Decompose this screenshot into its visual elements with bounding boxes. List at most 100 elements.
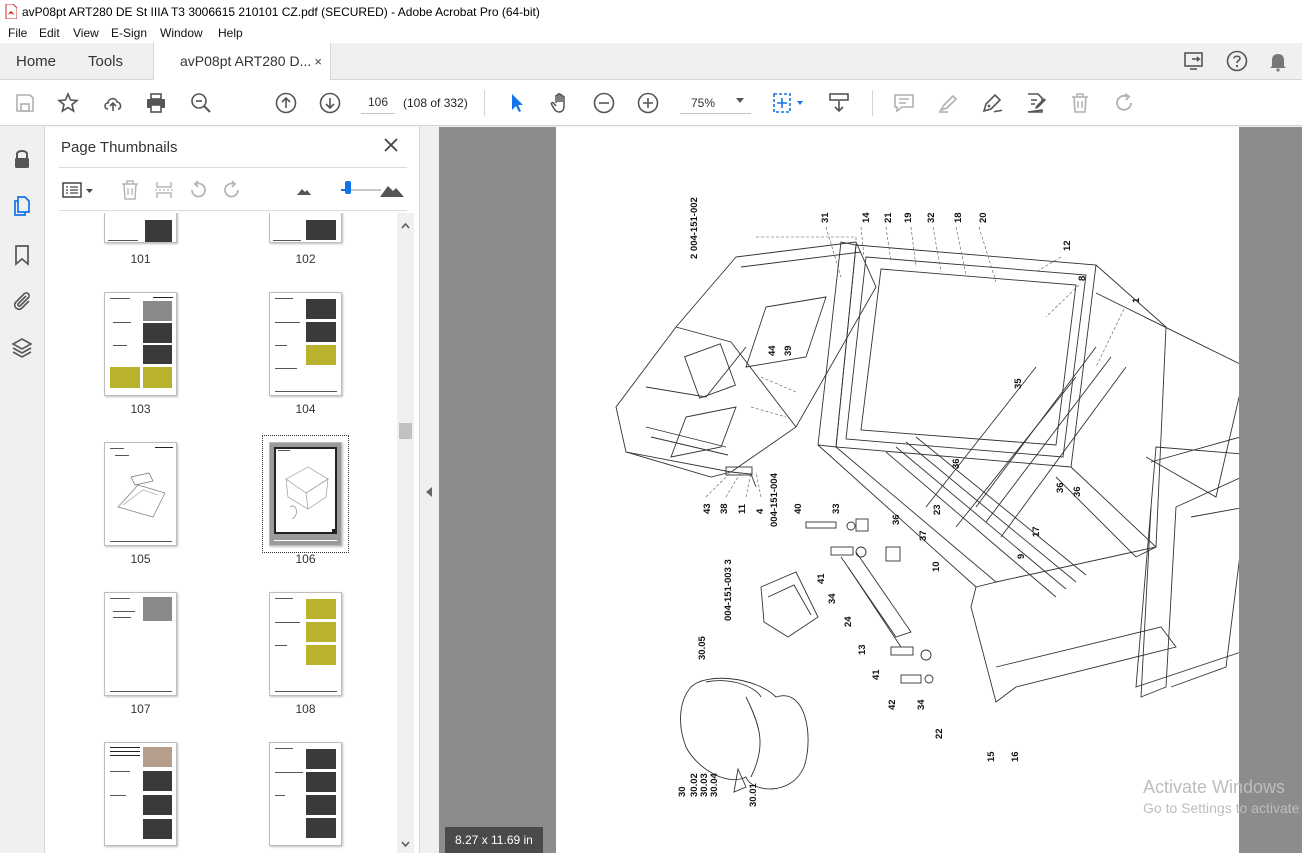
part-callout: 34	[827, 593, 838, 604]
tab-document-label: avP08pt ART280 D...	[180, 53, 312, 69]
select-cursor-icon[interactable]	[505, 91, 529, 115]
next-page-icon[interactable]	[318, 91, 342, 115]
page-thumbnail-107[interactable]	[104, 592, 177, 696]
rotate-right-icon[interactable]	[221, 179, 243, 201]
tab-bar: Home Tools avP08pt ART280 D... ×	[0, 43, 1302, 81]
part-callout: 18	[953, 212, 964, 223]
page-count-label: (108 of 332)	[403, 96, 468, 110]
page-thumbnail-label: 105	[130, 552, 151, 566]
part-callout: 1	[1131, 297, 1142, 303]
panel-splitter[interactable]	[420, 127, 439, 853]
part-callout: 36	[1072, 486, 1083, 497]
previous-page-icon[interactable]	[274, 91, 298, 115]
page-size-indicator: 8.27 x 11.69 in	[445, 827, 543, 853]
search-zoom-icon[interactable]	[189, 91, 213, 115]
part-callout: 23	[932, 504, 943, 515]
part-callout: 19	[903, 212, 914, 223]
bookmarks-icon[interactable]	[10, 243, 34, 267]
thumbnail-size-slider-handle[interactable]	[345, 181, 351, 194]
zoom-in-icon[interactable]	[636, 91, 660, 115]
page-thumbnail-104[interactable]	[269, 292, 342, 396]
menu-file[interactable]: File	[8, 26, 27, 40]
save-icon[interactable]	[13, 91, 37, 115]
fit-page-icon[interactable]	[771, 91, 807, 115]
pdf-page: 2 004-151-002 004-151-004 004-151-003 3 …	[556, 127, 1239, 853]
lock-icon[interactable]	[10, 147, 34, 171]
hand-tool-icon[interactable]	[548, 91, 572, 115]
part-callout: 13	[857, 644, 868, 655]
page-number-input[interactable]	[361, 90, 395, 114]
redo-icon[interactable]	[1112, 91, 1136, 115]
page-thumbnail-label: 101	[130, 252, 151, 266]
scrollbar-thumb[interactable]	[399, 423, 412, 439]
menu-edit[interactable]: Edit	[39, 26, 60, 40]
print-icon[interactable]	[144, 91, 168, 115]
rotate-left-icon[interactable]	[187, 179, 209, 201]
part-callout: 11	[737, 503, 748, 514]
page-thumbnails-icon[interactable]	[10, 194, 34, 218]
chevron-down-icon	[736, 98, 744, 103]
part-callout: 22	[934, 728, 945, 739]
attachments-paperclip-icon[interactable]	[10, 289, 34, 313]
tab-close-button[interactable]: ×	[314, 43, 322, 80]
acrobat-file-icon	[5, 4, 17, 19]
menu-help[interactable]: Help	[218, 26, 243, 40]
delete-page-icon[interactable]	[119, 179, 141, 201]
zoom-level-dropdown[interactable]: 75%	[680, 90, 751, 114]
thumbnail-options-menu-icon[interactable]	[61, 179, 95, 201]
toolbar-divider	[872, 90, 873, 116]
part-callout: 20	[978, 212, 989, 223]
help-icon[interactable]	[1225, 49, 1249, 73]
scroll-mode-icon[interactable]	[827, 91, 851, 115]
extract-pages-icon[interactable]	[153, 179, 175, 201]
tab-tools[interactable]: Tools	[88, 43, 123, 80]
thumbnails-scrollbar[interactable]	[397, 213, 414, 853]
scroll-up-icon[interactable]	[401, 223, 410, 229]
page-thumbnail-108[interactable]	[269, 592, 342, 696]
menu-window[interactable]: Window	[160, 26, 203, 40]
scroll-down-icon[interactable]	[401, 841, 410, 847]
page-thumbnail-106[interactable]	[269, 442, 342, 546]
tab-home[interactable]: Home	[16, 43, 56, 80]
sign-pen-icon[interactable]	[980, 91, 1004, 115]
part-callout: 15	[986, 751, 997, 762]
part-callout: 38	[719, 503, 730, 514]
share-screen-icon[interactable]	[1183, 49, 1207, 73]
part-callout: 42	[887, 699, 898, 710]
highlight-pen-icon[interactable]	[936, 91, 960, 115]
bookmark-star-icon[interactable]	[56, 91, 80, 115]
delete-trash-icon[interactable]	[1068, 91, 1092, 115]
part-callout: 30.04	[709, 773, 720, 797]
zoom-level-value: 75%	[691, 96, 716, 110]
thumbnail-smaller-icon[interactable]	[293, 179, 315, 201]
part-callout: 30.05	[697, 636, 708, 660]
menu-view[interactable]: View	[73, 26, 99, 40]
comment-icon[interactable]	[892, 91, 916, 115]
menu-esign[interactable]: E-Sign	[111, 26, 147, 40]
page-thumbnail-103[interactable]	[104, 292, 177, 396]
page-thumbnail-105[interactable]	[104, 442, 177, 546]
thumbnail-larger-icon[interactable]	[379, 179, 405, 201]
tab-document[interactable]: avP08pt ART280 D... ×	[153, 43, 331, 81]
part-callout: 8	[1077, 276, 1088, 281]
page-thumbnail-label: 108	[295, 702, 316, 716]
page-thumbnail-label: 107	[130, 702, 151, 716]
zoom-out-icon[interactable]	[592, 91, 616, 115]
page-thumbnail-102[interactable]	[269, 213, 342, 243]
thumbnail-toolbar	[59, 167, 407, 211]
menu-bar: File Edit View E-Sign Window Help	[0, 24, 1302, 43]
collapse-panel-arrow-icon[interactable]	[426, 487, 432, 497]
page-thumbnail-101[interactable]	[104, 213, 177, 243]
edit-pdf-icon[interactable]	[1024, 91, 1048, 115]
page-thumbnail-110[interactable]	[269, 742, 342, 846]
part-callout: 21	[883, 212, 894, 223]
toolbar-divider	[484, 90, 485, 116]
layers-icon[interactable]	[10, 336, 34, 360]
page-thumbnail-109[interactable]	[104, 742, 177, 846]
close-icon[interactable]	[382, 136, 400, 154]
document-viewport[interactable]: 2 004-151-002 004-151-004 004-151-003 3 …	[439, 127, 1302, 853]
cloud-upload-icon[interactable]	[101, 91, 125, 115]
page-thumbnail-label: 103	[130, 402, 151, 416]
notifications-bell-icon[interactable]	[1266, 49, 1290, 73]
part-callout: 31	[820, 212, 831, 223]
